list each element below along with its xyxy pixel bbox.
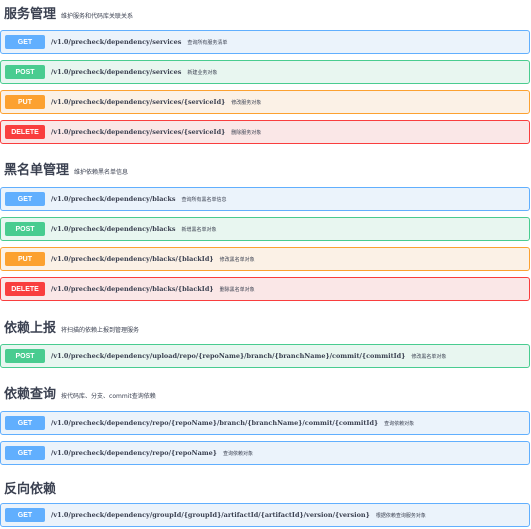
method-badge: GET xyxy=(5,35,45,49)
section-description: 维护服务和代码库关联关系 xyxy=(61,13,134,20)
method-badge: GET xyxy=(5,446,45,460)
operation-post-services[interactable]: POST /v1.0/precheck/dependency/services … xyxy=(0,60,530,84)
operation-get-services[interactable]: GET /v1.0/precheck/dependency/services 查… xyxy=(0,30,530,54)
section-title: 依赖上报 xyxy=(4,321,57,336)
operation-path: /v1.0/precheck/dependency/groupId/{group… xyxy=(51,511,370,519)
section-description: 将扫描的依赖上报到管理服务 xyxy=(61,327,140,334)
operation-put-black[interactable]: PUT /v1.0/precheck/dependency/blacks/{bl… xyxy=(0,247,530,271)
operation-path: /v1.0/precheck/dependency/repo/{repoName… xyxy=(51,449,217,457)
api-docs-page: 服务管理 维护服务和代码库关联关系 GET /v1.0/precheck/dep… xyxy=(0,0,531,529)
operation-summary: 修改黑名单对象 xyxy=(411,353,447,360)
section-title: 依赖查询 xyxy=(4,387,57,402)
method-badge: DELETE xyxy=(5,125,45,139)
operation-summary: 新增黑名单对象 xyxy=(181,226,217,233)
operation-path: /v1.0/precheck/dependency/services xyxy=(51,38,182,46)
operation-path: /v1.0/precheck/dependency/upload/repo/{r… xyxy=(51,352,406,360)
operation-summary: 删除服务对象 xyxy=(231,129,262,136)
section-description: 按代码库、分支、commit查询依赖 xyxy=(61,393,156,400)
section-description: 维护依赖黑名单信息 xyxy=(74,169,129,176)
method-badge: GET xyxy=(5,508,45,522)
method-badge: PUT xyxy=(5,95,45,109)
method-badge: POST xyxy=(5,349,45,363)
section-title: 黑名单管理 xyxy=(4,163,70,178)
method-badge: GET xyxy=(5,192,45,206)
operation-post-blacks[interactable]: POST /v1.0/precheck/dependency/blacks 新增… xyxy=(0,217,530,241)
operation-summary: 修改黑名单对象 xyxy=(219,256,255,263)
section-header-dependency-query[interactable]: 依赖查询 按代码库、分支、commit查询依赖 xyxy=(4,383,156,402)
operation-path: /v1.0/precheck/dependency/blacks/{blackI… xyxy=(51,255,214,263)
operation-get-repo-commit[interactable]: GET /v1.0/precheck/dependency/repo/{repo… xyxy=(0,411,530,435)
operation-post-upload[interactable]: POST /v1.0/precheck/dependency/upload/re… xyxy=(0,344,530,368)
operation-summary: 查询所有黑名单信息 xyxy=(181,196,227,203)
operation-summary: 查询依赖对象 xyxy=(222,450,253,457)
section-header-dependency-upload[interactable]: 依赖上报 将扫描的依赖上报到管理服务 xyxy=(4,317,139,336)
section-header-service-management[interactable]: 服务管理 维护服务和代码库关联关系 xyxy=(4,3,133,22)
operation-path: /v1.0/precheck/dependency/blacks xyxy=(51,225,176,233)
operation-get-repo[interactable]: GET /v1.0/precheck/dependency/repo/{repo… xyxy=(0,441,530,465)
section-header-reverse-dependency[interactable]: 反向依赖 xyxy=(4,478,56,497)
operation-summary: 修改服务对象 xyxy=(231,99,262,106)
operation-get-reverse-dependency[interactable]: GET /v1.0/precheck/dependency/groupId/{g… xyxy=(0,503,530,527)
operation-get-blacks[interactable]: GET /v1.0/precheck/dependency/blacks 查询所… xyxy=(0,187,530,211)
method-badge: POST xyxy=(5,222,45,236)
operation-summary: 根据依赖查询服务对象 xyxy=(375,512,426,519)
method-badge: PUT xyxy=(5,252,45,266)
operation-delete-service[interactable]: DELETE /v1.0/precheck/dependency/service… xyxy=(0,120,530,144)
operation-delete-black[interactable]: DELETE /v1.0/precheck/dependency/blacks/… xyxy=(0,277,530,301)
section-title: 反向依赖 xyxy=(4,482,57,497)
method-badge: GET xyxy=(5,416,45,430)
operation-summary: 删除黑名单对象 xyxy=(219,286,255,293)
operation-path: /v1.0/precheck/dependency/repo/{repoName… xyxy=(51,419,379,427)
operation-put-service[interactable]: PUT /v1.0/precheck/dependency/services/{… xyxy=(0,90,530,114)
operation-path: /v1.0/precheck/dependency/services/{serv… xyxy=(51,128,226,136)
operation-summary: 新建业务对象 xyxy=(187,69,218,76)
operation-path: /v1.0/precheck/dependency/blacks/{blackI… xyxy=(51,285,214,293)
section-header-blacklist-management[interactable]: 黑名单管理 维护依赖黑名单信息 xyxy=(4,159,128,178)
operation-path: /v1.0/precheck/dependency/blacks xyxy=(51,195,176,203)
method-badge: DELETE xyxy=(5,282,45,296)
operation-summary: 查询所有服务清单 xyxy=(187,39,228,46)
operation-path: /v1.0/precheck/dependency/services xyxy=(51,68,182,76)
operation-path: /v1.0/precheck/dependency/services/{serv… xyxy=(51,98,226,106)
section-title: 服务管理 xyxy=(4,7,57,22)
method-badge: POST xyxy=(5,65,45,79)
operation-summary: 查询依赖对象 xyxy=(384,420,415,427)
